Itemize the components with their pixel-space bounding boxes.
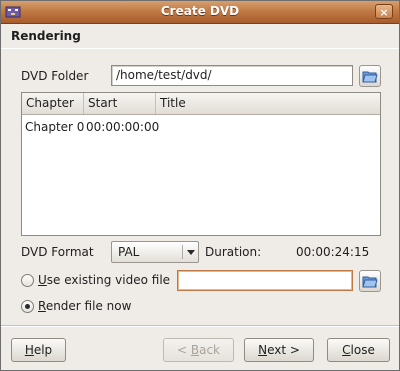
title-bar[interactable]: Create DVD × — [1, 1, 399, 24]
chapter-list-header: Chapter Start Title — [22, 93, 380, 115]
render-file-now-label[interactable]: Render file now — [38, 299, 131, 313]
existing-video-browse-button[interactable] — [359, 270, 381, 292]
use-existing-label-rest: se existing video file — [46, 273, 171, 287]
dvd-format-value: PAL — [118, 245, 140, 259]
chapter-list[interactable]: Chapter Start Title Chapter 0 00:00:00:0… — [21, 92, 381, 236]
back-button[interactable]: < Back — [163, 338, 234, 362]
duration-label: Duration: — [205, 245, 262, 259]
help-label-rest: elp — [33, 343, 53, 357]
cell-start: 00:00:00:00 — [86, 120, 160, 134]
close-button[interactable]: Close — [327, 338, 390, 362]
duration-value: 00:00:24:15 — [296, 245, 370, 259]
column-header-start[interactable]: Start — [84, 93, 156, 114]
open-folder-icon — [362, 71, 378, 83]
combo-separator — [182, 245, 183, 259]
existing-video-file-input[interactable] — [177, 270, 353, 291]
back-label-rest: ack — [199, 343, 220, 357]
dvd-format-select[interactable]: PAL — [111, 241, 199, 263]
help-button[interactable]: Help — [11, 338, 66, 362]
page-title: Rendering — [11, 29, 81, 43]
render-now-label-rest: ender file now — [45, 299, 132, 313]
mnemonic-h: H — [24, 343, 34, 357]
render-file-now-radio[interactable] — [21, 300, 34, 313]
dvd-format-label: DVD Format — [21, 245, 94, 259]
column-header-chapter[interactable]: Chapter — [22, 93, 84, 114]
column-header-title[interactable]: Title — [156, 93, 380, 114]
window-close-button[interactable]: × — [375, 4, 393, 19]
create-dvd-dialog: Create DVD × Rendering DVD Folder /home/… — [0, 0, 400, 371]
back-label-prefix: < — [176, 343, 191, 357]
dvd-folder-browse-button[interactable] — [359, 65, 381, 87]
cell-chapter: Chapter 0 — [25, 120, 85, 134]
next-button[interactable]: Next > — [244, 338, 314, 362]
chevron-down-icon — [187, 250, 195, 255]
mnemonic-b: B — [190, 343, 200, 357]
close-label-rest: lose — [350, 343, 375, 357]
page-header: Rendering — [1, 24, 399, 49]
open-folder-icon — [362, 276, 378, 288]
mnemonic-u: U — [38, 273, 47, 287]
use-existing-video-radio[interactable] — [21, 274, 34, 287]
mnemonic-n: N — [258, 343, 268, 357]
use-existing-video-label[interactable]: Use existing video file — [38, 273, 170, 287]
mnemonic-r: R — [38, 299, 46, 313]
header-divider — [1, 48, 399, 49]
next-label-rest: ext > — [267, 343, 300, 357]
dvd-folder-input[interactable]: /home/test/dvd/ — [111, 65, 353, 86]
window-title: Create DVD — [160, 4, 240, 18]
mnemonic-c: C — [342, 343, 351, 357]
button-area-divider-highlight — [1, 326, 399, 327]
dvd-folder-label: DVD Folder — [21, 69, 89, 83]
